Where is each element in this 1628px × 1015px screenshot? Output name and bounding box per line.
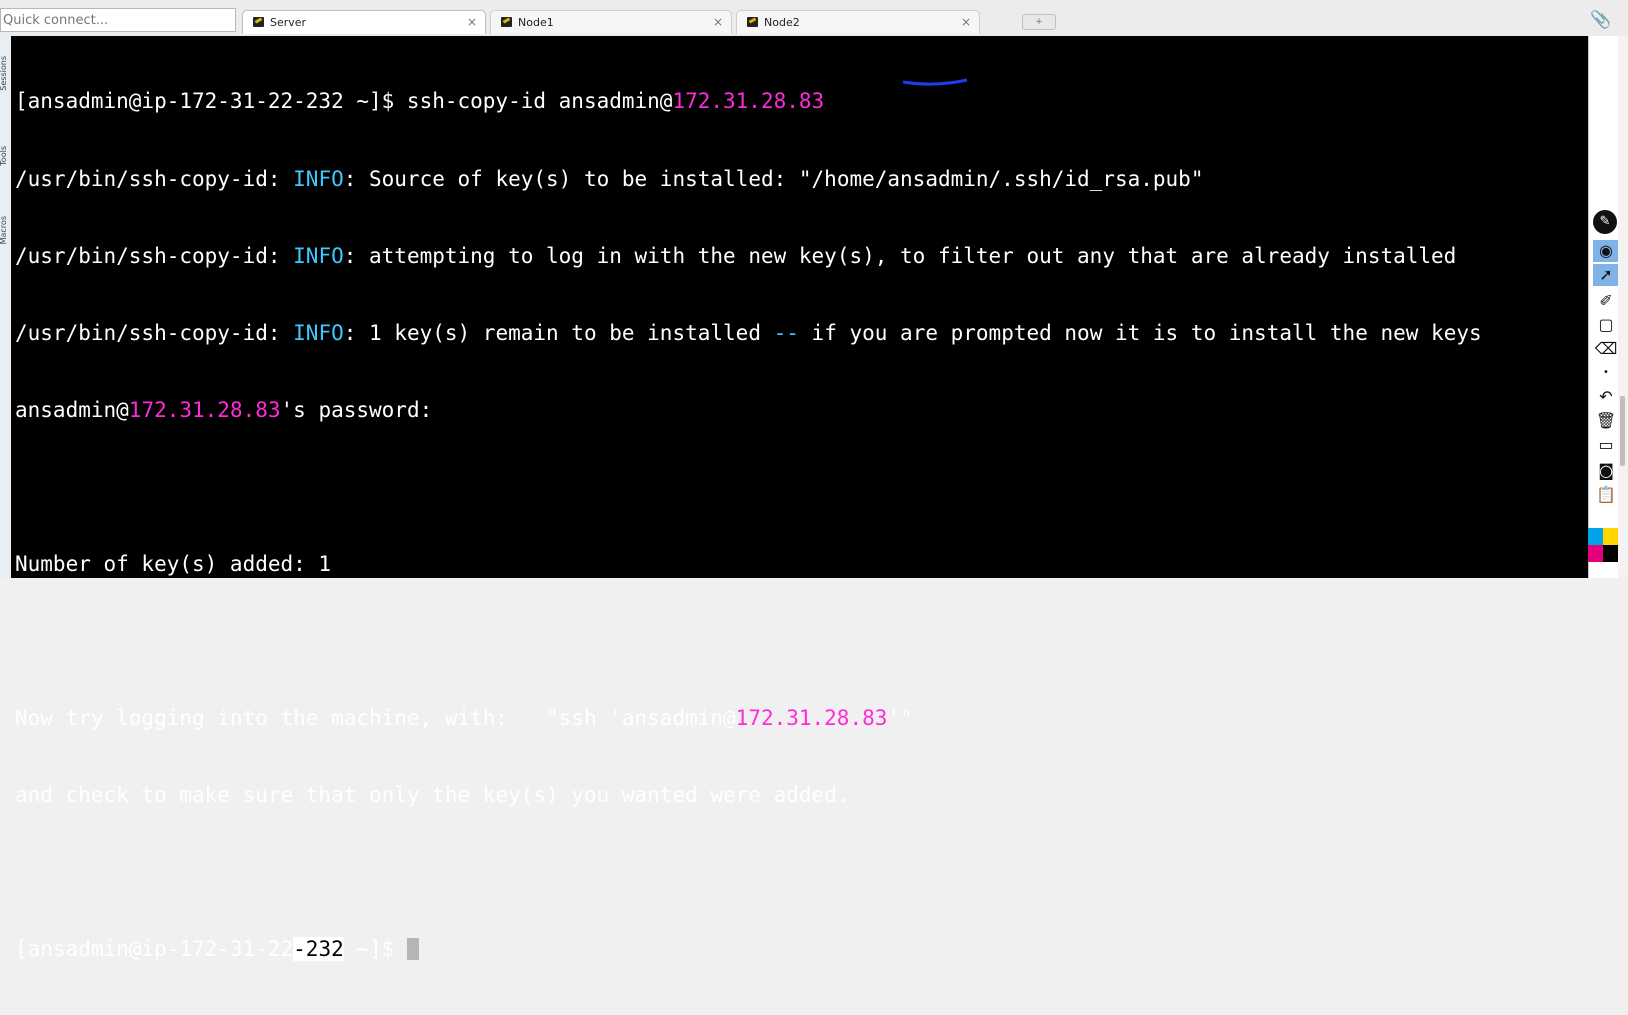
pointer-icon[interactable]: ➚ xyxy=(1593,264,1619,286)
close-icon[interactable]: × xyxy=(713,15,723,29)
tab-label: Server xyxy=(270,16,307,29)
pen-icon[interactable]: ✎ xyxy=(1593,210,1617,234)
terminal-output: [ansadmin@ip-172-31-22-232 ~]$ ssh-copy-… xyxy=(15,38,1598,1015)
terminal-line: ansadmin@172.31.28.83's password: xyxy=(15,397,433,422)
tab-node2[interactable]: Node2 × xyxy=(736,10,980,34)
terminal-cursor xyxy=(406,938,419,961)
info-tag: INFO xyxy=(293,166,344,191)
info-tag: INFO xyxy=(293,243,344,268)
ip-address: 172.31.28.83 xyxy=(672,89,825,114)
tab-node1[interactable]: Node1 × xyxy=(490,10,732,34)
ip-address: 172.31.28.83 xyxy=(128,397,281,422)
vertical-scrollbar[interactable] xyxy=(1618,36,1628,578)
selected-text: -232 xyxy=(293,937,344,962)
terminal-line: [ansadmin@ip-172-31-22-232 ~]$ ssh-copy-… xyxy=(15,89,825,114)
tools-tab-label[interactable]: Tools xyxy=(0,146,11,166)
terminal-line: Number of key(s) added: 1 xyxy=(15,551,332,576)
rectangle-icon[interactable]: ▢ xyxy=(1593,314,1619,336)
terminal-pane[interactable]: [ansadmin@ip-172-31-22-232 ~]$ ssh-copy-… xyxy=(11,36,1598,962)
terminal-tab-icon xyxy=(747,17,758,27)
info-tag: INFO xyxy=(293,320,344,345)
clipboard-icon[interactable]: 📋 xyxy=(1593,484,1619,506)
highlighter-icon[interactable]: ✐ xyxy=(1593,290,1619,312)
terminal-line: /usr/bin/ssh-copy-id: INFO: 1 key(s) rem… xyxy=(15,320,1482,345)
quick-connect-input[interactable] xyxy=(0,8,236,32)
color-palette-icon[interactable] xyxy=(1588,528,1618,578)
trash-icon[interactable]: 🗑 xyxy=(1593,410,1619,432)
paperclip-icon[interactable]: 📎 xyxy=(1590,10,1611,30)
screen-icon[interactable]: ▭ xyxy=(1593,434,1619,456)
tab-label: Node1 xyxy=(518,16,554,29)
terminal-line: /usr/bin/ssh-copy-id: INFO: Source of ke… xyxy=(15,166,1204,191)
undo-icon[interactable]: ↶ xyxy=(1593,386,1619,408)
terminal-tab-icon xyxy=(501,17,512,27)
terminal-line: /usr/bin/ssh-copy-id: INFO: attempting t… xyxy=(15,243,1457,268)
terminal-line: and check to make sure that only the key… xyxy=(15,783,850,808)
terminal-prompt-line: [ansadmin@ip-172-31-22-232 ~]$ xyxy=(15,937,1598,963)
tab-server[interactable]: Server × xyxy=(242,10,486,34)
close-icon[interactable]: × xyxy=(961,15,971,29)
dashes: -- xyxy=(773,320,799,345)
eraser-icon[interactable]: ⌫ xyxy=(1593,338,1619,360)
top-bar: Server × Node1 × Node2 × + 📎 xyxy=(0,0,1628,37)
ip-address: 172.31.28.83 xyxy=(735,706,888,731)
tab-label: Node2 xyxy=(764,16,800,29)
camera-icon[interactable]: ◙ xyxy=(1593,460,1619,482)
terminal-line: Now try logging into the machine, with: … xyxy=(15,706,913,731)
sessions-tab-label[interactable]: Sessions xyxy=(0,56,11,91)
close-icon[interactable]: × xyxy=(467,15,477,29)
new-tab-button[interactable]: + xyxy=(1022,14,1056,30)
eye-icon[interactable]: ◉ xyxy=(1593,240,1619,262)
dot-icon[interactable]: • xyxy=(1593,362,1619,384)
macros-tab-label[interactable]: Macros xyxy=(0,216,11,244)
terminal-tab-icon xyxy=(253,17,264,27)
scrollbar-thumb[interactable] xyxy=(1620,396,1625,466)
